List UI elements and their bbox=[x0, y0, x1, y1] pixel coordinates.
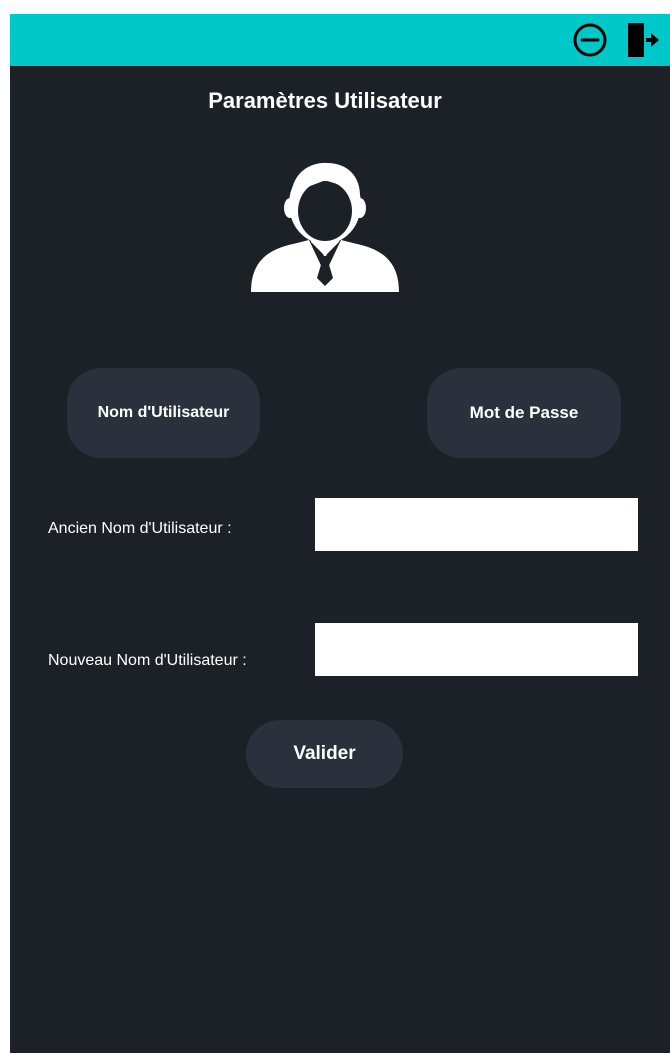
old-username-field[interactable] bbox=[315, 498, 638, 551]
user-settings-window: Paramètres Utilisateur Nom d'Utilisateur… bbox=[10, 14, 670, 1053]
validate-button[interactable]: Valider bbox=[246, 720, 403, 788]
new-username-field[interactable] bbox=[315, 623, 638, 676]
minimize-icon[interactable] bbox=[570, 20, 610, 60]
user-avatar-icon bbox=[247, 156, 403, 296]
tab-password[interactable]: Mot de Passe bbox=[427, 368, 621, 458]
new-username-label: Nouveau Nom d'Utilisateur : bbox=[48, 652, 247, 669]
old-username-label: Ancien Nom d'Utilisateur : bbox=[48, 520, 232, 537]
exit-door-icon[interactable] bbox=[622, 20, 662, 60]
tab-username[interactable]: Nom d'Utilisateur bbox=[67, 368, 260, 458]
page-title: Paramètres Utilisateur bbox=[208, 88, 442, 113]
title-bar bbox=[10, 14, 670, 66]
